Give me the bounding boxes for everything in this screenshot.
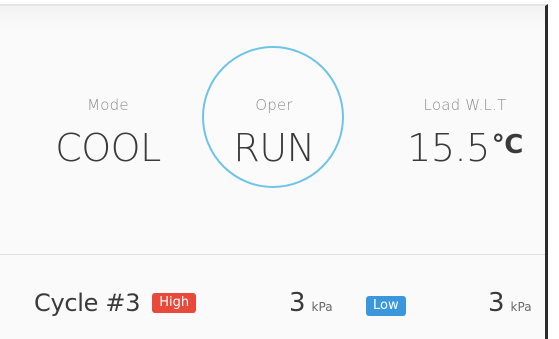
low-pressure-reading: 3 kPa bbox=[488, 288, 532, 318]
low-pressure-badge: Low bbox=[366, 296, 406, 316]
load-stat: Load W.L.T 15.5°C bbox=[380, 96, 550, 170]
low-pressure-unit: kPa bbox=[510, 300, 532, 314]
high-pressure-value: 3 bbox=[289, 288, 306, 318]
status-panel: Mode COOL Oper RUN Load W.L.T 15.5°C Cyc… bbox=[0, 4, 548, 339]
oper-value: RUN bbox=[233, 126, 315, 170]
high-pressure-reading: 3 kPa bbox=[289, 288, 333, 318]
load-unit: °C bbox=[491, 130, 524, 160]
high-pressure-unit: kPa bbox=[311, 300, 333, 314]
load-label: Load W.L.T bbox=[423, 96, 507, 114]
divider bbox=[0, 254, 545, 255]
cycle-label: Cycle #3 bbox=[34, 289, 141, 317]
mode-label: Mode bbox=[87, 96, 129, 114]
mode-value: COOL bbox=[55, 126, 161, 170]
low-badge-wrap: Low bbox=[366, 294, 406, 316]
high-pressure-badge: High bbox=[152, 293, 197, 313]
load-value-wrap: 15.5°C bbox=[380, 126, 550, 170]
load-value: 15.5 bbox=[407, 126, 490, 170]
top-strip bbox=[0, 6, 545, 28]
oper-label: Oper bbox=[255, 96, 293, 114]
oper-stat[interactable]: Oper RUN bbox=[214, 96, 334, 170]
hvac-status-screen: Mode COOL Oper RUN Load W.L.T 15.5°C Cyc… bbox=[0, 0, 559, 339]
low-pressure-value: 3 bbox=[488, 288, 505, 318]
mode-stat: Mode COOL bbox=[48, 96, 168, 170]
cycle-row: Cycle #3 High bbox=[34, 288, 197, 318]
